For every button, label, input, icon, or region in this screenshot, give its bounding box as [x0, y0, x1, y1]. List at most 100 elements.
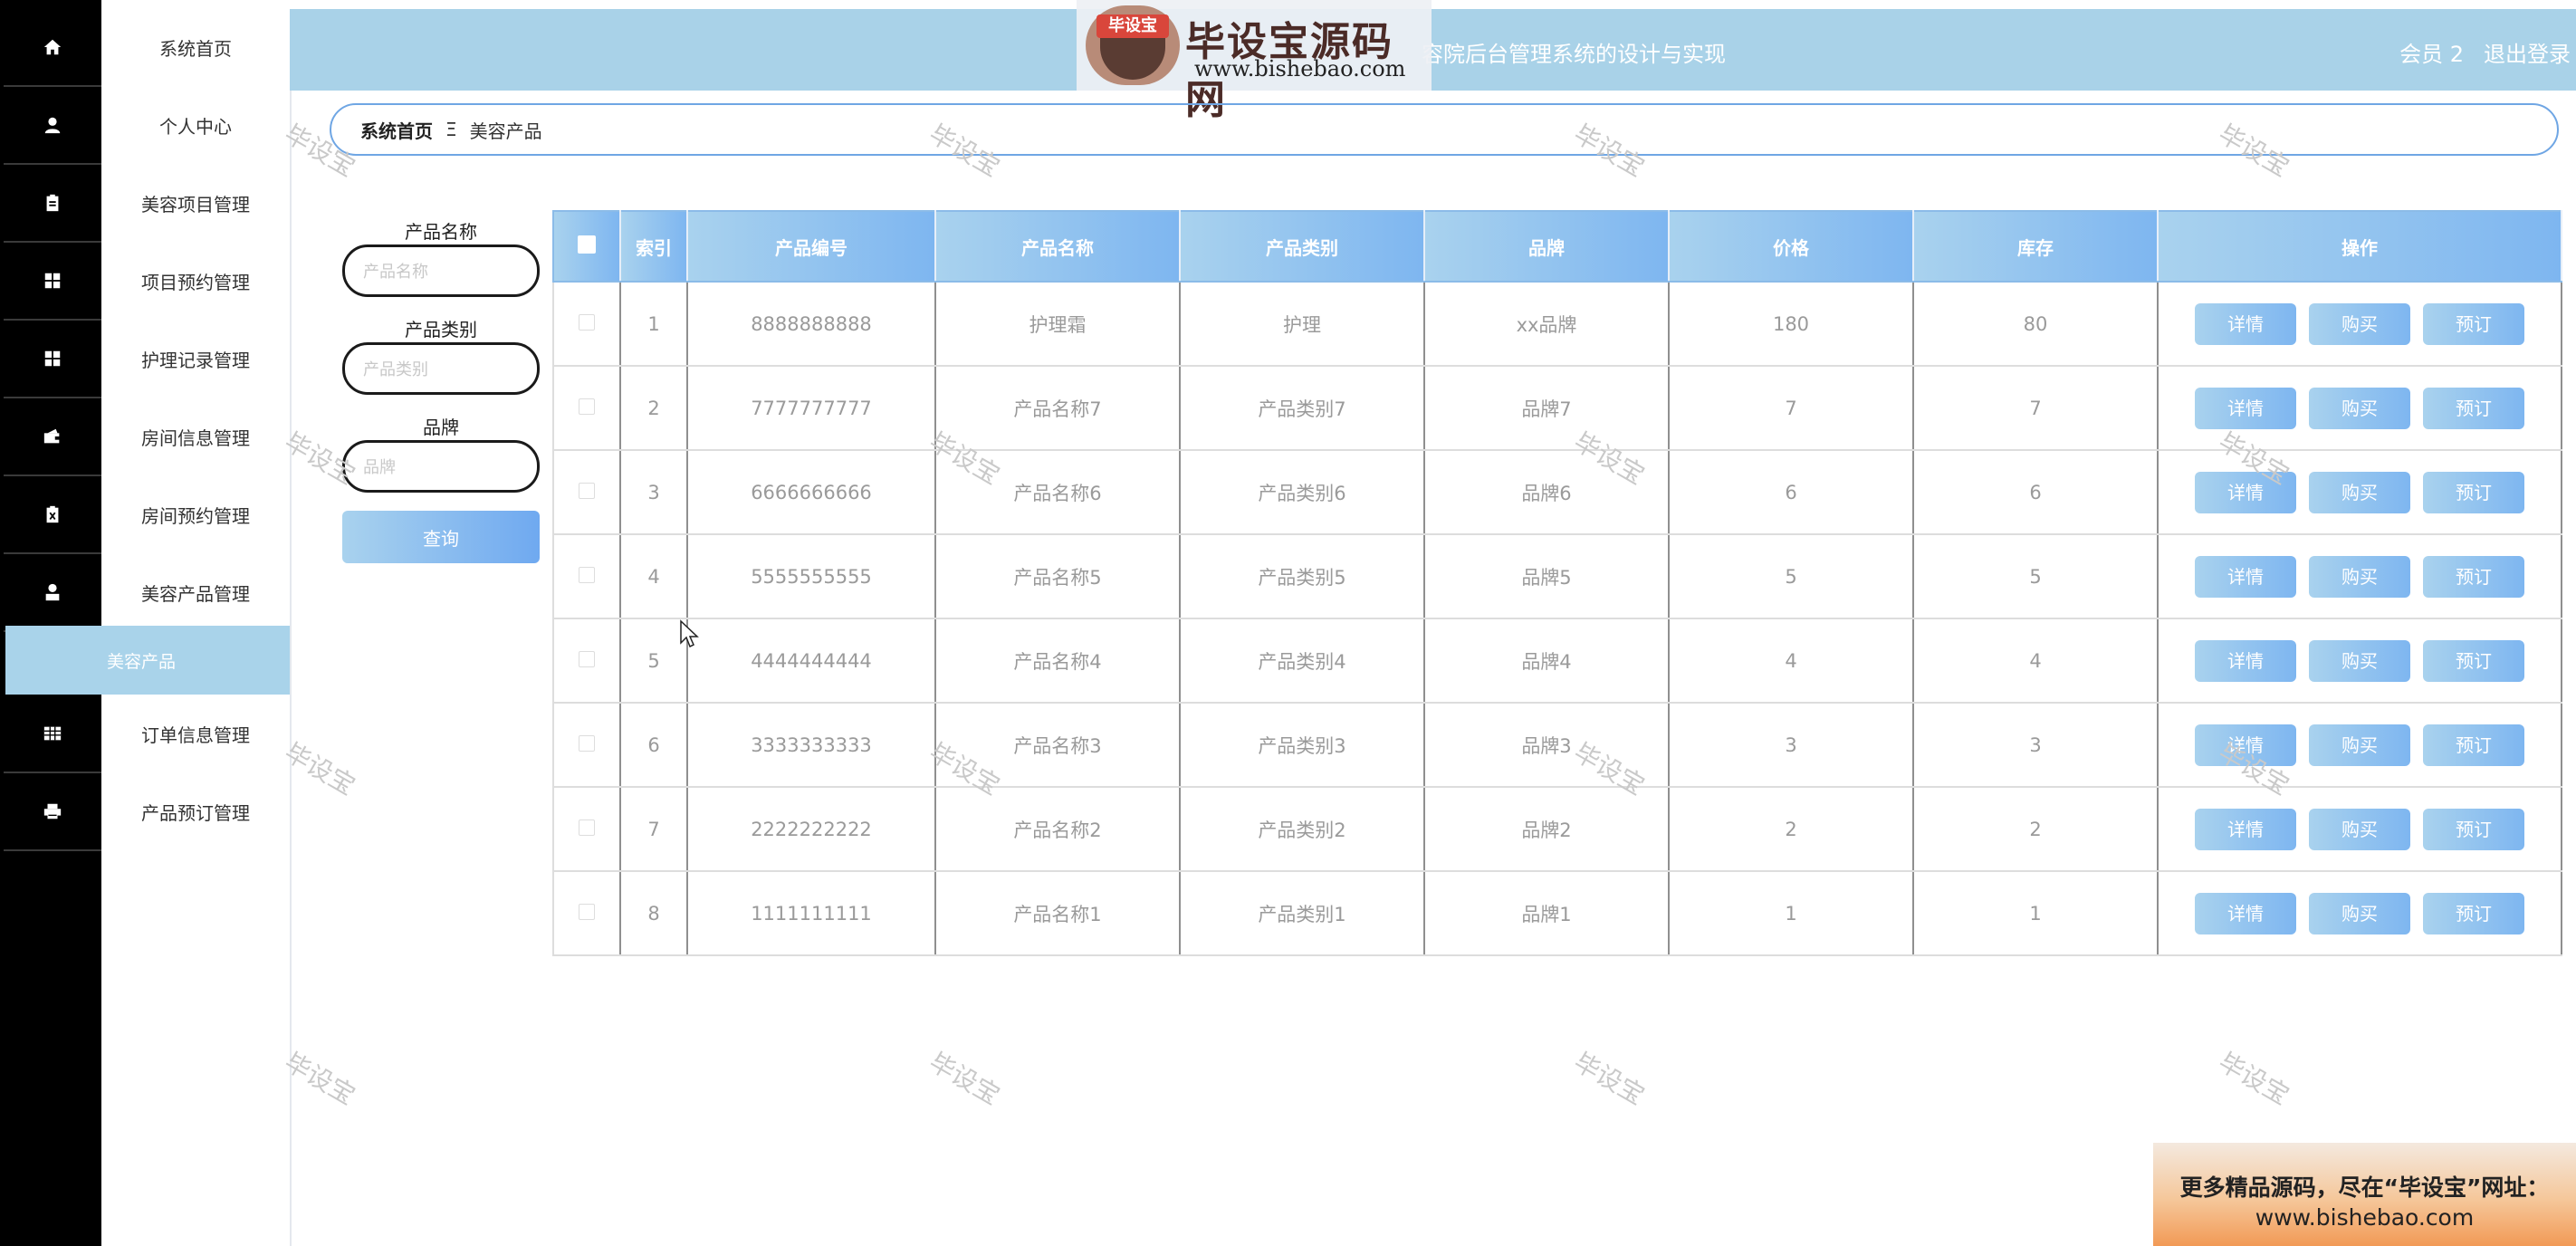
product-code: 8888888888: [686, 281, 936, 367]
logo-url: www.bishebao.com: [1194, 56, 1406, 81]
buy-button[interactable]: 购买: [2309, 555, 2410, 598]
row-checkbox[interactable]: [552, 618, 621, 704]
sidebar-item-product-booking[interactable]: 产品预订管理: [101, 773, 290, 849]
book-button[interactable]: 预订: [2423, 808, 2524, 850]
row-actions: 详情 购买 预订: [2157, 281, 2562, 367]
person-icon[interactable]: [4, 554, 101, 632]
book-button[interactable]: 预订: [2423, 892, 2524, 934]
query-button[interactable]: 查询: [342, 511, 540, 563]
header-index: 索引: [619, 210, 688, 283]
brand-label: 品牌: [423, 417, 459, 438]
buy-button[interactable]: 购买: [2309, 471, 2410, 513]
current-user: 会员 2: [2399, 42, 2464, 67]
product-name: 产品名称2: [934, 786, 1181, 872]
row-actions: 详情 购买 预订: [2157, 618, 2562, 704]
logo-badge-text: 毕设宝: [1096, 14, 1169, 38]
sidebar-item-beauty-products[interactable]: 美容产品管理: [101, 554, 290, 630]
home-icon[interactable]: [4, 9, 101, 87]
clipboard-x-icon[interactable]: [4, 476, 101, 554]
user-icon[interactable]: [4, 87, 101, 165]
detail-button[interactable]: 详情: [2195, 892, 2296, 934]
row-index: 7: [619, 786, 688, 872]
book-button[interactable]: 预订: [2423, 302, 2524, 345]
detail-button[interactable]: 详情: [2195, 302, 2296, 345]
logout-link[interactable]: 退出登录: [2484, 36, 2571, 68]
brand: 品牌5: [1423, 533, 1670, 619]
product-name: 护理霜: [934, 281, 1181, 367]
detail-button[interactable]: 详情: [2195, 639, 2296, 682]
row-checkbox[interactable]: [552, 449, 621, 535]
brand: 品牌7: [1423, 365, 1670, 451]
product-code: 1111111111: [686, 870, 936, 956]
brand-input[interactable]: 品牌: [342, 440, 540, 493]
detail-button[interactable]: 详情: [2195, 808, 2296, 850]
sidebar: 系统首页 个人中心 美容项目管理 项目预约管理 护理记录管理 房间信息管理 房间…: [5, 9, 292, 1246]
sidebar-item-project-booking[interactable]: 项目预约管理: [101, 243, 290, 319]
promo-text: 更多精品源码，尽在“毕设宝”网址：: [2179, 1174, 2550, 1201]
row-checkbox[interactable]: [552, 281, 621, 367]
grid-icon[interactable]: [4, 243, 101, 321]
header-stock: 库存: [1912, 210, 2159, 283]
detail-button[interactable]: 详情: [2195, 387, 2296, 429]
printer-icon[interactable]: [4, 773, 101, 851]
price: 3: [1668, 702, 1914, 788]
wallet-icon[interactable]: [4, 398, 101, 476]
book-button[interactable]: 预订: [2423, 639, 2524, 682]
select-all-checkbox[interactable]: [552, 210, 621, 283]
sidebar-item-beauty-projects[interactable]: 美容项目管理: [101, 165, 290, 241]
table-icon[interactable]: [4, 695, 101, 773]
price: 6: [1668, 449, 1914, 535]
sidebar-item-personal-center[interactable]: 个人中心: [101, 87, 290, 163]
row-checkbox[interactable]: [552, 870, 621, 956]
brand: 品牌4: [1423, 618, 1670, 704]
row-checkbox[interactable]: [552, 533, 621, 619]
detail-button[interactable]: 详情: [2195, 555, 2296, 598]
detail-button[interactable]: 详情: [2195, 471, 2296, 513]
table-row: 5 4444444444 产品名称4 产品类别4 品牌4 4 4 详情 购买 预订: [552, 618, 2562, 704]
detail-button[interactable]: 详情: [2195, 724, 2296, 766]
filter-panel: 产品名称 产品名称 产品类别 产品类别 品牌 品牌 查询: [342, 217, 540, 563]
watermark-text: 毕设宝: [1568, 1047, 1650, 1111]
grid-icon[interactable]: [4, 321, 101, 398]
system-title: 容院后台管理系统的设计与实现: [1422, 42, 1726, 67]
stock: 7: [1912, 365, 2159, 451]
sidebar-item-home[interactable]: 系统首页: [101, 9, 290, 85]
sidebar-subitem-beauty-products[interactable]: 美容产品: [5, 626, 290, 695]
price: 5: [1668, 533, 1914, 619]
book-button[interactable]: 预订: [2423, 387, 2524, 429]
row-actions: 详情 购买 预订: [2157, 449, 2562, 535]
sidebar-item-orders[interactable]: 订单信息管理: [101, 695, 290, 772]
sidebar-item-room-booking[interactable]: 房间预约管理: [101, 476, 290, 552]
buy-button[interactable]: 购买: [2309, 724, 2410, 766]
row-checkbox[interactable]: [552, 365, 621, 451]
brand: 品牌1: [1423, 870, 1670, 956]
book-button[interactable]: 预订: [2423, 555, 2524, 598]
row-checkbox[interactable]: [552, 702, 621, 788]
sidebar-item-care-records[interactable]: 护理记录管理: [101, 321, 290, 397]
stock: 1: [1912, 870, 2159, 956]
header-brand: 品牌: [1423, 210, 1670, 283]
clipboard-icon[interactable]: [4, 165, 101, 243]
product-category-input[interactable]: 产品类别: [342, 342, 540, 395]
buy-button[interactable]: 购买: [2309, 808, 2410, 850]
buy-button[interactable]: 购买: [2309, 639, 2410, 682]
product-name-input[interactable]: 产品名称: [342, 244, 540, 297]
book-button[interactable]: 预订: [2423, 471, 2524, 513]
table-row: 7 2222222222 产品名称2 产品类别2 品牌2 2 2 详情 购买 预订: [552, 786, 2562, 872]
buy-button[interactable]: 购买: [2309, 302, 2410, 345]
product-code: 7777777777: [686, 365, 936, 451]
breadcrumb-home[interactable]: 系统首页: [360, 117, 433, 143]
buy-button[interactable]: 购买: [2309, 892, 2410, 934]
product-category: 产品类别6: [1179, 449, 1425, 535]
breadcrumb-current: 美容产品: [469, 120, 542, 142]
buy-button[interactable]: 购买: [2309, 387, 2410, 429]
row-index: 8: [619, 870, 688, 956]
sidebar-item-room-info[interactable]: 房间信息管理: [101, 398, 290, 474]
row-checkbox[interactable]: [552, 786, 621, 872]
table-row: 3 6666666666 产品名称6 产品类别6 品牌6 6 6 详情 购买 预订: [552, 449, 2562, 535]
table-row: 4 5555555555 产品名称5 产品类别5 品牌5 5 5 详情 购买 预订: [552, 533, 2562, 619]
price: 4: [1668, 618, 1914, 704]
book-button[interactable]: 预订: [2423, 724, 2524, 766]
logo-badge-icon: 毕设宝: [1086, 5, 1180, 85]
brand: xx品牌: [1423, 281, 1670, 367]
